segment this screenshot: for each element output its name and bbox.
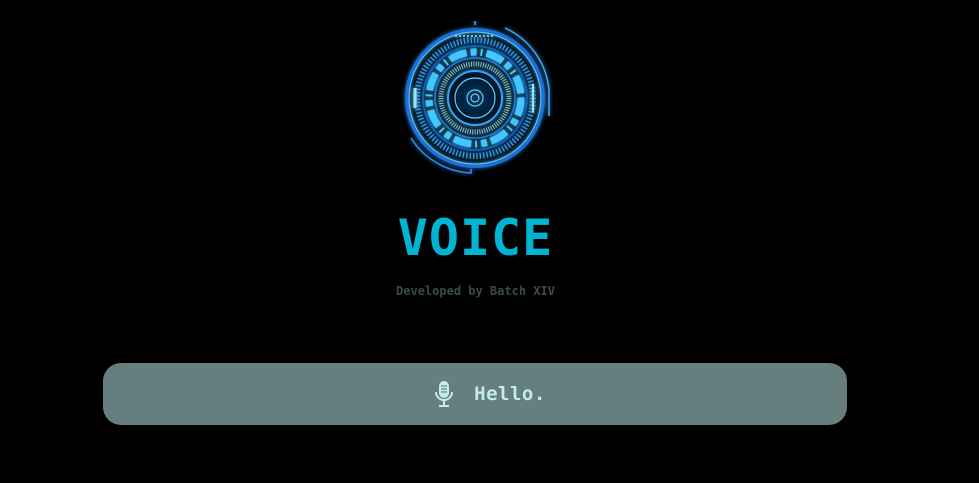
voice-transcript-text: Hello. (474, 383, 546, 405)
hud-ring-icon (399, 21, 553, 177)
app-window: VOICE Developed by Batch XIV Hello. (0, 0, 979, 483)
app-title: VOICE (397, 209, 554, 267)
app-subtitle: Developed by Batch XIV (396, 284, 555, 298)
voice-input-button[interactable]: Hello. (103, 363, 847, 425)
microphone-icon (434, 380, 454, 408)
